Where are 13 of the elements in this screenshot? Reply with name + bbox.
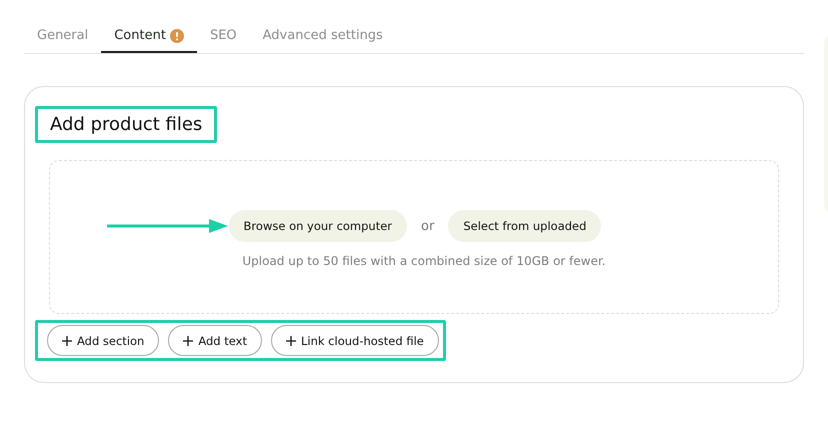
add-button[interactable]: Link cloud-hosted file	[270, 325, 439, 356]
tab[interactable]: Content	[101, 26, 197, 53]
plus-icon	[183, 336, 194, 346]
select-button[interactable]: Select from uploaded	[448, 210, 602, 242]
warning-icon	[170, 29, 184, 43]
add-button[interactable]: Add section	[47, 325, 160, 356]
or-label: or	[421, 218, 434, 234]
card-title: Add product files	[35, 106, 218, 143]
add-button[interactable]: Add text	[168, 325, 262, 356]
plus-icon	[286, 336, 296, 346]
browse-button[interactable]: Browse on your computer	[228, 210, 408, 242]
plus-icon	[62, 336, 72, 346]
upload-hint: Upload up to 50 files with a combined size of 10GB or fewer.	[242, 254, 606, 268]
